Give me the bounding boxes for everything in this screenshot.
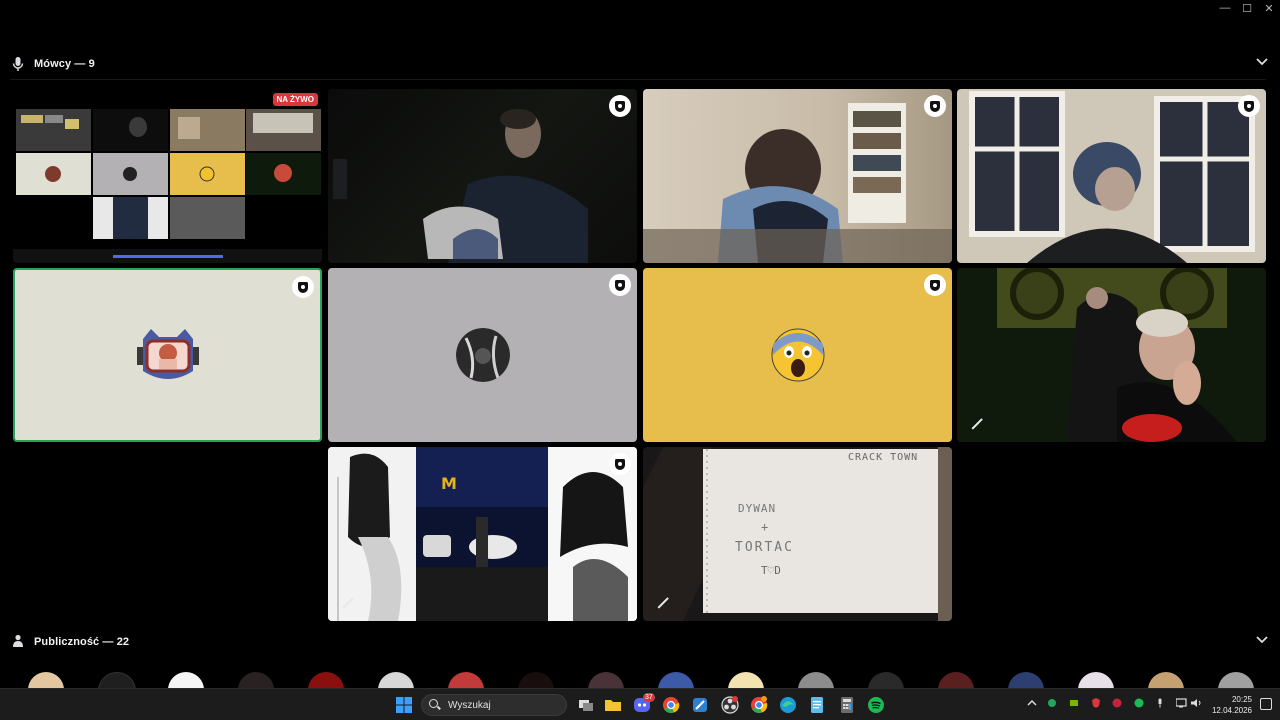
camera-tile-bookshelf[interactable] <box>643 89 952 263</box>
paper-note-line2: TORTAC <box>735 540 794 555</box>
shield-icon <box>924 95 946 117</box>
speakers-title: Mówcy — 9 <box>34 58 95 70</box>
chevron-down-icon[interactable] <box>1254 632 1270 648</box>
tray-shield-icon[interactable] <box>1091 698 1101 711</box>
audience-avatar[interactable] <box>518 672 554 688</box>
stream-tile-screen[interactable]: NA ŻYWO <box>13 89 322 263</box>
audience-avatar[interactable] <box>1008 672 1044 688</box>
camera-feed <box>333 109 588 263</box>
audience-avatar[interactable] <box>868 672 904 688</box>
discord-icon[interactable]: 37 <box>632 693 655 715</box>
audience-avatar[interactable] <box>378 672 414 688</box>
audience-avatar[interactable] <box>1078 672 1114 688</box>
tray-app-red-icon[interactable] <box>1112 698 1122 711</box>
obs-icon[interactable] <box>720 695 740 715</box>
nvidia-icon[interactable] <box>1069 698 1079 711</box>
camera-feed <box>997 268 1237 442</box>
search-placeholder: Wyszukaj <box>448 699 491 711</box>
notification-icon[interactable] <box>1260 698 1272 710</box>
spotify-icon[interactable] <box>866 695 886 715</box>
scream-emoji-avatar <box>771 328 825 382</box>
shield-icon <box>609 95 631 117</box>
window-controls: — ☐ ✕ <box>1214 0 1280 16</box>
avatar-tile-grey[interactable] <box>328 268 637 442</box>
system-clock[interactable]: 20:25 12.04.2026 <box>1212 694 1252 716</box>
taskbar-search[interactable]: Wyszukaj <box>421 694 567 716</box>
network-icon[interactable] <box>1175 698 1188 711</box>
muted-icon <box>342 597 354 609</box>
svg-text:M: M <box>441 474 457 493</box>
paper-note-heart: T♡D <box>761 564 781 577</box>
divider <box>10 79 1266 80</box>
shield-icon <box>1238 95 1260 117</box>
muted-icon <box>657 597 669 609</box>
camera-tile-paper[interactable]: CRACK TOWN DYWAN + TORTAC T♡D <box>643 447 952 621</box>
nested-stream-preview <box>13 109 322 263</box>
tray-spotify-icon[interactable] <box>1134 698 1144 711</box>
microphone-tray-icon[interactable] <box>1155 698 1165 711</box>
avatar-tile-yellow[interactable] <box>643 268 952 442</box>
shield-icon <box>292 276 314 298</box>
task-view-icon[interactable] <box>576 695 596 715</box>
audience-avatar[interactable] <box>588 672 624 688</box>
edge-icon[interactable] <box>778 695 798 715</box>
chrome-icon[interactable] <box>661 695 681 715</box>
paper-note-line1: DYWAN <box>738 502 777 515</box>
audience-avatar[interactable] <box>168 672 204 688</box>
tray-app-green-icon[interactable] <box>1047 698 1057 711</box>
avatar <box>455 328 510 382</box>
shield-icon <box>609 453 631 475</box>
audience-avatar[interactable] <box>798 672 834 688</box>
audience-avatar[interactable] <box>448 672 484 688</box>
audience-title: Publiczność — 22 <box>34 636 130 648</box>
taskbar: Wyszukaj 37 20:25 12.04.2026 <box>0 688 1280 720</box>
audience-avatar[interactable] <box>658 672 694 688</box>
camera-tile-dark-room[interactable] <box>328 89 637 263</box>
audience-avatar[interactable] <box>1218 672 1254 688</box>
camera-tile-window[interactable] <box>957 89 1266 263</box>
audience-avatar[interactable] <box>938 672 974 688</box>
avatar <box>136 327 199 383</box>
screen-tile-manga[interactable]: M <box>328 447 637 621</box>
paper-note-plus: + <box>761 520 769 534</box>
shield-icon <box>924 274 946 296</box>
camera-feed <box>643 447 952 621</box>
screen-share-feed: M <box>328 447 637 621</box>
tray-overflow-icon[interactable] <box>1027 698 1037 711</box>
audience-avatar[interactable] <box>308 672 344 688</box>
chevron-down-icon[interactable] <box>1254 54 1270 70</box>
shield-icon <box>609 274 631 296</box>
audience-avatar[interactable] <box>28 672 64 688</box>
snipping-tool-icon[interactable] <box>690 695 710 715</box>
speakers-header[interactable]: Mówcy — 9 <box>0 52 1280 76</box>
audience-header[interactable]: Publiczność — 22 <box>0 630 1280 654</box>
muted-icon <box>971 418 983 430</box>
audience-avatar[interactable] <box>238 672 274 688</box>
paper-note-header: CRACK TOWN <box>848 452 919 463</box>
clock-date: 12.04.2026 <box>1211 706 1252 715</box>
camera-feed <box>643 103 952 263</box>
calculator-icon[interactable] <box>837 695 857 715</box>
camera-tile-cosplay[interactable] <box>957 268 1266 442</box>
file-explorer-icon[interactable] <box>603 695 623 715</box>
audience-avatar[interactable] <box>728 672 764 688</box>
chrome-alt-icon[interactable] <box>749 695 769 715</box>
volume-icon[interactable] <box>1191 698 1203 711</box>
windows-start-icon[interactable] <box>394 695 414 715</box>
minimize-button[interactable]: — <box>1214 0 1236 16</box>
camera-feed <box>969 91 1255 263</box>
search-icon <box>428 698 442 712</box>
audience-avatar[interactable] <box>98 672 136 688</box>
discord-badge: 37 <box>643 693 655 702</box>
audience-list <box>0 672 1280 688</box>
close-button[interactable]: ✕ <box>1258 0 1280 16</box>
microphone-icon <box>12 56 24 72</box>
clock-time: 20:25 <box>1231 695 1252 704</box>
audience-avatar[interactable] <box>1148 672 1184 688</box>
notepad-icon[interactable] <box>807 695 827 715</box>
maximize-button[interactable]: ☐ <box>1236 0 1258 16</box>
audience-icon <box>12 634 24 650</box>
avatar-tile-green[interactable] <box>13 268 322 442</box>
